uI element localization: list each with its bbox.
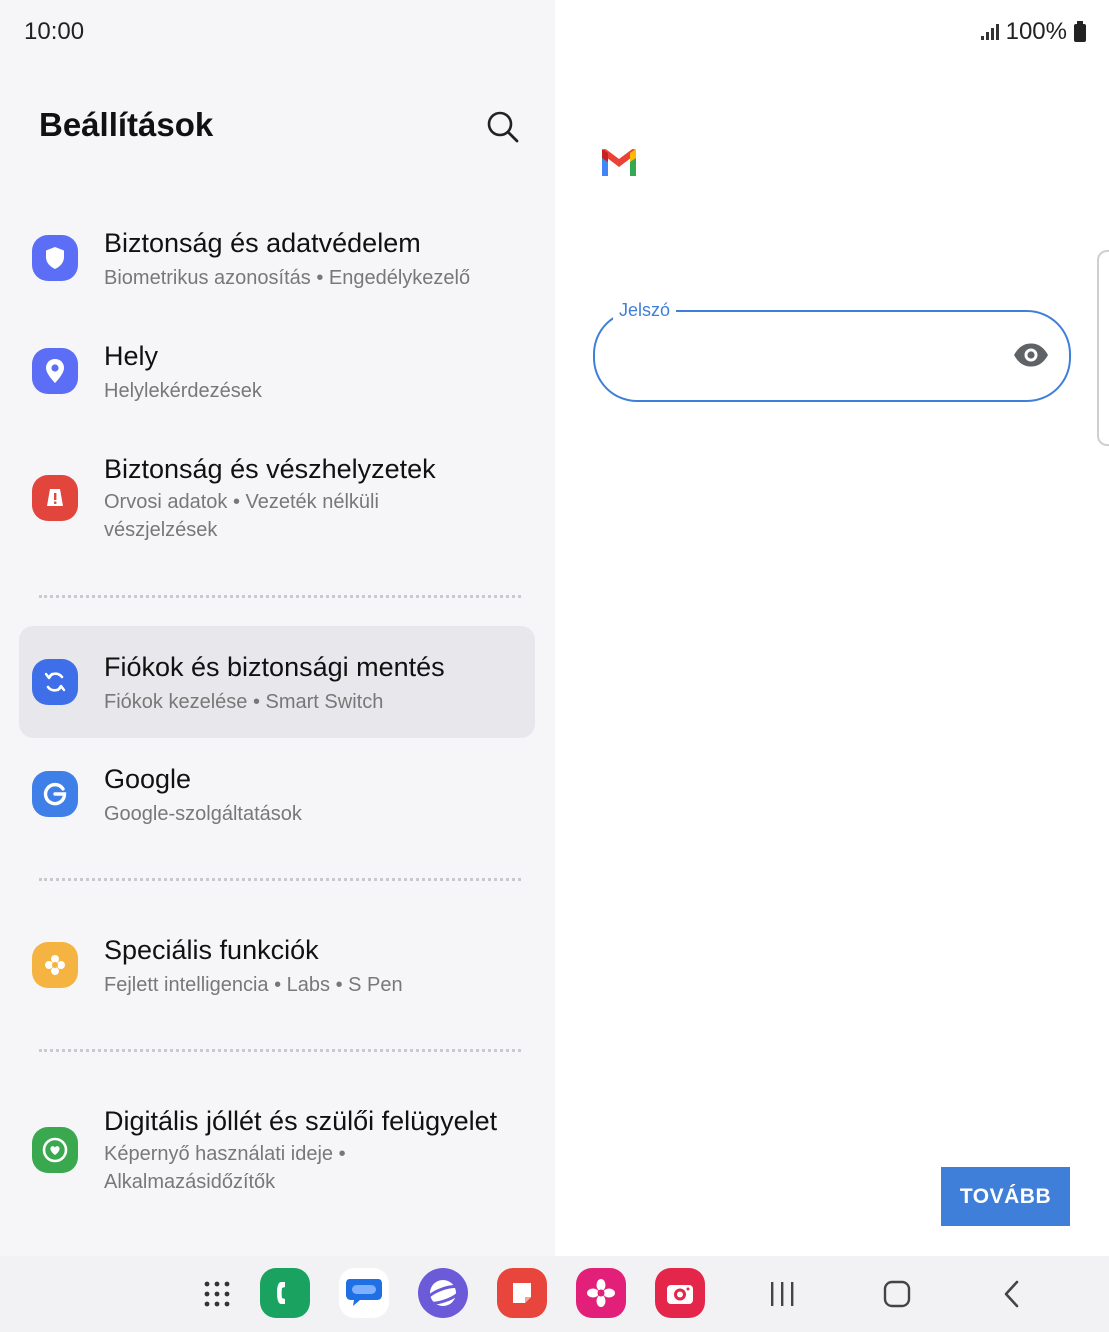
item-title: Biztonság és vészhelyzetek [104,454,436,484]
wellbeing-icon [32,1127,78,1173]
item-title: Google [104,764,192,794]
battery-icon [1074,21,1086,42]
status-indicators: 100% [980,18,1087,46]
settings-item-accounts-backup[interactable]: Fiókok és biztonsági mentés Fiókok kezel… [19,626,535,738]
divider [39,878,521,881]
item-title: Digitális jóllét és szülői felügyelet [104,1106,498,1136]
item-subtitle: Helylekérdezések [104,380,262,402]
messages-app-icon[interactable] [339,1268,389,1318]
apps-grid-icon[interactable] [197,1274,237,1314]
item-subtitle: Google-szolgáltatások [104,803,302,825]
settings-item-advanced-features[interactable]: Speciális funkciók Fejlett intelligencia… [19,927,535,1003]
gallery-app-icon[interactable] [576,1268,626,1318]
item-title: Biztonság és adatvédelem [104,228,421,258]
gmail-signin-panel: 100% Jelszó TOVÁBB [555,0,1109,1256]
search-icon[interactable] [484,108,522,146]
item-title: Fiókok és biztonsági mentés [104,652,445,682]
password-input[interactable] [593,310,1071,402]
divider [39,595,521,598]
battery-percent: 100% [1005,18,1067,45]
item-title: Hely [104,341,159,371]
settings-item-security-privacy[interactable]: Biztonság és adatvédelem Biometrikus azo… [19,220,535,296]
item-title: Speciális funkciók [104,935,319,965]
taskbar [0,1256,1109,1332]
password-label: Jelszó [613,300,677,321]
shield-icon [32,235,78,281]
home-icon[interactable] [877,1274,917,1314]
sync-icon [32,659,78,705]
settings-item-location[interactable]: Hely Helylekérdezések [19,333,535,409]
advanced-features-icon [32,942,78,988]
item-subtitle: Képernyő használati ideje • Alkalmazásid… [104,1143,346,1193]
item-subtitle: Fiókok kezelése • Smart Switch [104,691,384,713]
camera-app-icon[interactable] [655,1268,705,1318]
divider [39,1049,521,1052]
status-time: 10:00 [24,18,85,45]
google-icon [32,771,78,817]
back-icon[interactable] [992,1274,1032,1314]
settings-item-safety-emergency[interactable]: Biztonság és vészhelyzetek Orvosi adatok… [19,446,535,550]
recent-apps-icon[interactable] [762,1274,802,1314]
settings-item-google[interactable]: Google Google-szolgáltatások [19,756,535,832]
password-field-wrapper: Jelszó [593,300,1071,402]
show-password-eye-icon[interactable] [1013,342,1049,368]
settings-panel: 10:00 Beállítások Biztonság és adatvédel… [0,0,555,1256]
item-subtitle: Orvosi adatok • Vezeték nélküli vészjelz… [104,491,379,541]
emergency-icon [32,475,78,521]
settings-item-digital-wellbeing[interactable]: Digitális jóllét és szülői felügyelet Ké… [19,1098,535,1202]
item-subtitle: Fejlett intelligencia • Labs • S Pen [104,974,403,996]
next-button[interactable]: TOVÁBB [941,1167,1070,1226]
phone-app-icon[interactable] [260,1268,310,1318]
browser-app-icon[interactable] [418,1268,468,1318]
gmail-logo-icon [602,148,636,176]
notes-app-icon[interactable] [497,1268,547,1318]
drag-handle[interactable] [1097,250,1109,446]
page-title: Beállítások [39,106,214,143]
signal-icon [980,24,999,40]
item-subtitle: Biometrikus azonosítás • Engedélykezelő [104,267,471,289]
location-pin-icon [32,348,78,394]
